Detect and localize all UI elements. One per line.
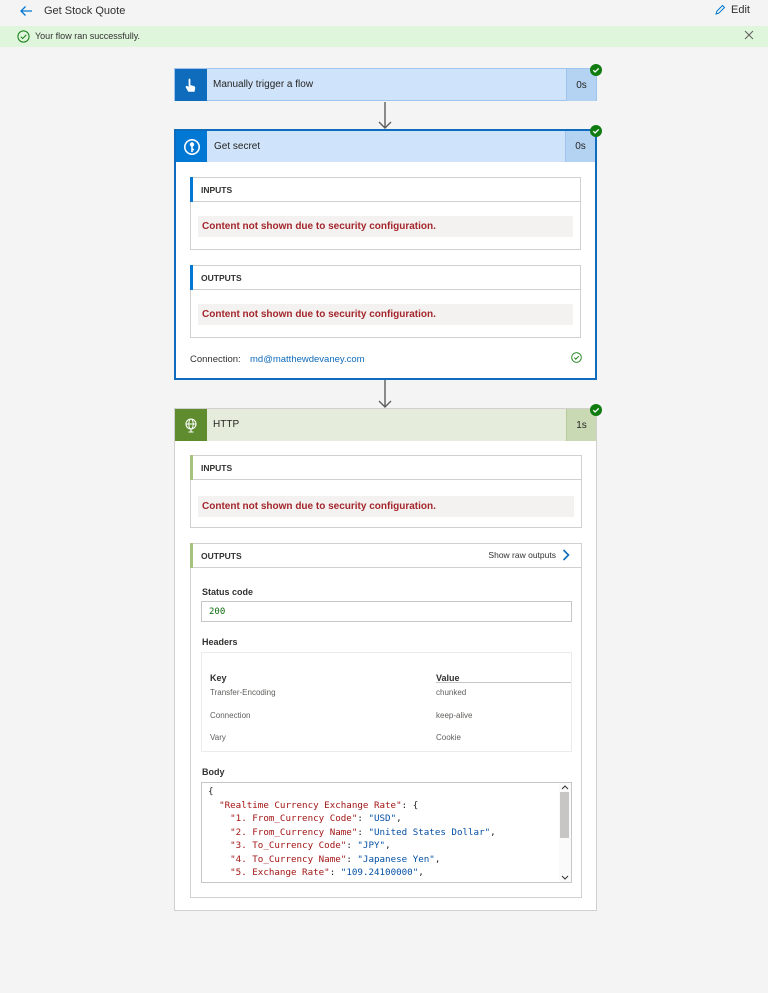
trigger-title: Manually trigger a flow [213,79,314,90]
edit-label: Edit [731,4,750,16]
close-icon[interactable] [744,30,754,40]
back-arrow-icon[interactable] [18,3,34,19]
http-header[interactable]: HTTP 1s [175,409,596,441]
globe-icon-box [175,409,207,441]
body-code-lines: { "Realtime Currency Exchange Rate": { "… [208,785,557,883]
get-secret-step-card[interactable]: Get secret 0s INPUTS Content not shown d… [174,129,597,380]
get-secret-title: Get secret [214,141,261,152]
connector-arrow [378,380,392,408]
body-label: Body [202,767,225,777]
success-check-icon [590,64,602,76]
connection-value[interactable]: md@matthewdevaney.com [250,354,365,365]
body-code-viewer[interactable]: { "Realtime Currency Exchange Rate": { "… [201,782,572,883]
section-header: INPUTS [190,455,581,480]
http-step-card[interactable]: HTTP 1s INPUTS Content not shown due to … [174,408,597,911]
key-vault-icon-box [176,131,207,162]
key-vault-icon [183,138,200,155]
security-message: Content not shown due to security config… [198,496,574,517]
headers-divider [436,682,571,683]
body-code-line: "6. Last Refreshed": "2021-09-22 00:59:4… [208,880,557,883]
success-check-icon [590,404,602,416]
connection-ok-icon [571,352,582,363]
security-message: Content not shown due to security config… [198,304,573,325]
body-code-line: "2. From_Currency Name": "United States … [230,826,496,838]
body-code-line: { [208,786,214,797]
header-key: Vary [210,733,226,742]
section-header: OUTPUTS [190,265,580,290]
body-code-line: "1. From_Currency Code": "USD", [230,813,402,824]
security-message: Content not shown due to security config… [198,216,573,237]
hand-tap-icon [185,78,196,92]
http-outputs-section: OUTPUTS Show raw outputs Status code 200… [190,543,582,898]
headers-table: Key Value Transfer-Encoding chunked Conn… [201,652,572,752]
chevron-right-icon [562,549,570,561]
show-raw-outputs-label: Show raw outputs [488,550,556,560]
connection-label: Connection: [190,354,241,365]
top-bar: Get Stock Quote Edit [0,0,768,25]
http-title: HTTP [213,419,240,430]
show-raw-outputs-link[interactable]: Show raw outputs [488,549,570,561]
globe-icon [185,418,197,433]
success-check-icon [590,125,602,137]
body-code-line: "5. Exchange Rate": "109.24100000", [230,867,424,878]
trigger-step-card[interactable]: Manually trigger a flow 0s [174,68,597,101]
scroll-up-icon[interactable] [561,784,569,790]
scroll-thumb[interactable] [560,792,569,838]
status-code-label: Status code [202,587,254,597]
banner-message: Your flow ran successfully. [35,31,141,41]
header-value: Cookie [436,733,461,742]
header-key: Connection [210,711,251,720]
body-code-line: "3. To_Currency Code": "JPY", [230,840,391,851]
trigger-icon-box [175,69,207,101]
headers-key-column: Key [210,673,227,683]
status-code-value: 200 [201,601,572,622]
section-header: INPUTS [190,177,580,202]
outputs-label: OUTPUTS [201,550,242,561]
header-key: Transfer-Encoding [210,688,276,697]
flow-title: Get Stock Quote [44,5,126,17]
header-value: chunked [436,688,467,697]
success-banner: Your flow ran successfully. [0,26,768,47]
body-code-line: "4. To_Currency Name": "Japanese Yen", [230,853,441,865]
body-scrollbar[interactable] [559,783,571,882]
get-secret-outputs-section: OUTPUTS Content not shown due to securit… [190,265,581,338]
get-secret-header[interactable]: Get secret 0s [176,131,595,162]
get-secret-inputs-section: INPUTS Content not shown due to security… [190,177,581,250]
scroll-down-icon[interactable] [561,875,569,881]
body-code-line: "Realtime Currency Exchange Rate": { [219,799,419,811]
connector-arrow [378,102,392,129]
http-inputs-section: INPUTS Content not shown due to security… [190,455,582,528]
header-value: keep-alive [436,711,473,720]
edit-button[interactable]: Edit [714,4,750,16]
check-circle-icon [17,30,30,43]
pencil-icon [715,4,726,15]
headers-label: Headers [202,637,238,647]
